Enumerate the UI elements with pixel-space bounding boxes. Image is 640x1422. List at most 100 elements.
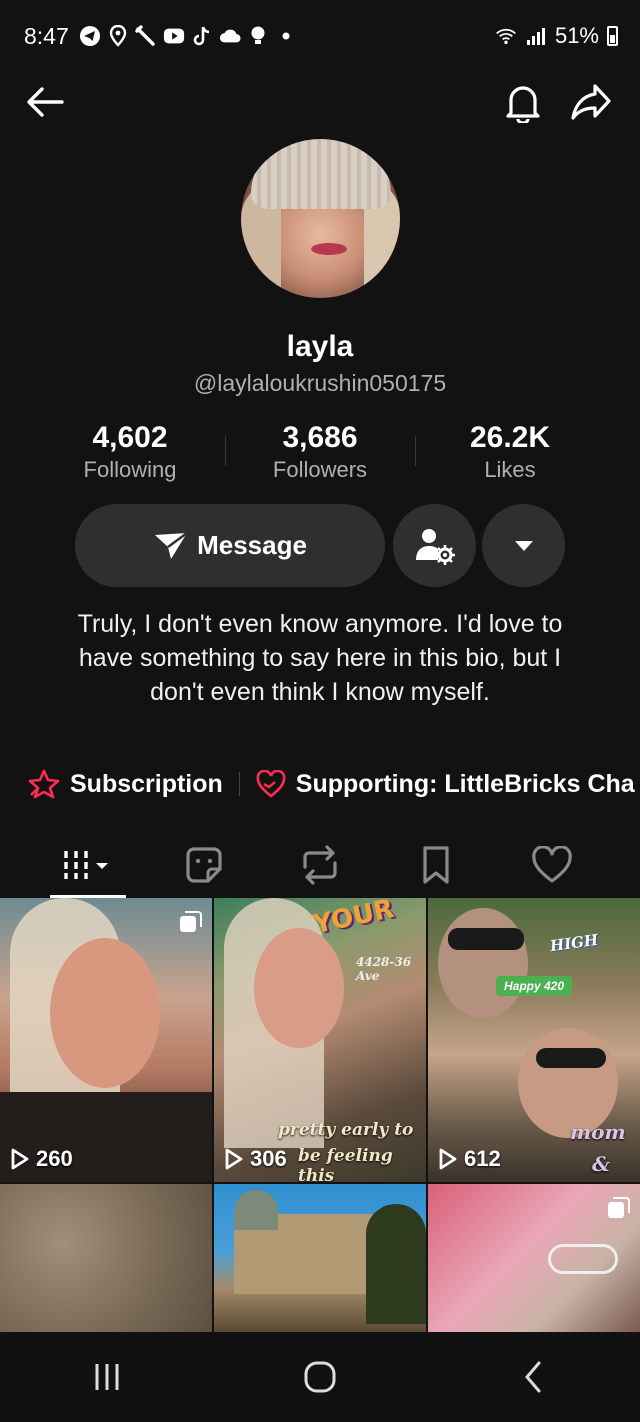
video-caption: be feeling this	[298, 1146, 393, 1182]
thumb-face	[438, 908, 528, 1018]
battery-percent: 51%	[554, 23, 599, 48]
more-options-button[interactable]	[482, 504, 565, 587]
heart-hand-icon	[256, 770, 286, 798]
dot-icon	[275, 25, 297, 47]
tab-reposts[interactable]	[262, 832, 378, 898]
links-divider	[238, 772, 240, 796]
back-button[interactable]	[20, 74, 70, 130]
tab-videos[interactable]	[30, 832, 146, 898]
send-icon	[155, 531, 188, 559]
grid-bars-icon	[64, 851, 108, 879]
chevron-left-icon	[525, 1361, 541, 1393]
status-time: 8:47	[24, 22, 69, 49]
stat-label: Likes	[484, 457, 536, 482]
video-thumbnail[interactable]: 260	[0, 898, 212, 1182]
thumb-dome	[234, 1190, 278, 1230]
thumb-sunglasses	[448, 928, 524, 950]
system-nav-bar	[0, 1332, 640, 1422]
bulb-icon	[247, 25, 269, 47]
top-nav	[0, 74, 640, 130]
stat-value: 26.2K	[469, 421, 551, 454]
message-button-label: Message	[197, 530, 307, 560]
thumb-glasses	[548, 1244, 618, 1274]
video-caption: &	[592, 1152, 611, 1176]
avatar-lips	[311, 243, 347, 255]
status-bar: 8:47 51%	[0, 0, 640, 72]
system-back-button[interactable]	[493, 1347, 573, 1407]
view-count-value: 306	[250, 1146, 287, 1171]
arrow-left-icon	[27, 87, 64, 117]
status-right: 51%	[495, 23, 618, 49]
subscription-label: Subscription	[70, 769, 223, 798]
thumb-tree	[366, 1204, 426, 1324]
sticker-icon	[186, 847, 222, 883]
play-icon	[11, 1148, 29, 1170]
profile-actions: Message	[75, 504, 565, 587]
avatar-hat	[251, 139, 391, 209]
video-thumbnail[interactable]	[0, 1184, 212, 1332]
stat-likes[interactable]: 26.2K Likes	[415, 420, 605, 490]
home-button[interactable]	[280, 1347, 360, 1407]
tiktok-icon	[191, 25, 213, 47]
home-icon	[304, 1361, 336, 1393]
play-icon	[225, 1148, 243, 1170]
video-thumbnail[interactable]: YOUR 4428-36 Ave pretty early to be feel…	[214, 898, 426, 1182]
sign-text: HIGH	[548, 930, 600, 956]
view-count-value: 612	[464, 1146, 501, 1171]
play-icon	[439, 1148, 457, 1170]
wifi-icon	[495, 25, 517, 47]
view-count-value: 260	[36, 1146, 73, 1171]
recent-apps-button[interactable]	[67, 1347, 147, 1407]
avatar[interactable]	[241, 139, 400, 298]
video-grid: 260 YOUR 4428-36 Ave pretty early to be …	[0, 898, 640, 1332]
view-count: 612	[438, 1146, 501, 1172]
supporting-label: Supporting: LittleBricks Cha	[295, 769, 635, 798]
stat-value: 3,686	[282, 421, 358, 454]
youtube-icon	[163, 25, 185, 47]
video-thumbnail[interactable]	[428, 1184, 640, 1332]
stat-value: 4,602	[92, 421, 168, 454]
location-icon	[107, 25, 129, 47]
stat-label: Following	[83, 457, 177, 482]
address-tag: 4428-36 Ave	[356, 955, 412, 983]
tab-liked[interactable]	[494, 832, 610, 898]
video-thumbnail[interactable]	[214, 1184, 426, 1332]
stat-followers[interactable]: 3,686 Followers	[225, 420, 415, 490]
status-notification-icons	[79, 25, 297, 47]
tab-stickers[interactable]	[146, 832, 262, 898]
sign-text: YOUR	[310, 898, 397, 941]
star-badge-icon	[28, 769, 60, 799]
notifications-button[interactable]	[498, 74, 548, 130]
profile-bio: Truly, I don't even know anymore. I'd lo…	[77, 610, 563, 706]
telegram-icon	[79, 25, 101, 47]
stat-label: Followers	[272, 457, 368, 482]
stat-following[interactable]: 4,602 Following	[35, 420, 225, 490]
view-count: 306	[224, 1146, 287, 1172]
tools-icon	[135, 25, 157, 47]
photo-carousel-icon	[608, 1197, 630, 1218]
thumb-face	[50, 938, 160, 1088]
happy-420-tag: Happy 420	[496, 976, 573, 996]
battery-icon	[607, 26, 618, 46]
bookmark-icon	[423, 846, 449, 884]
supporting-link[interactable]: Supporting: LittleBricks Cha	[256, 770, 635, 799]
thumb-sunglasses	[536, 1048, 606, 1068]
recent-apps-icon	[95, 1364, 119, 1390]
profile-stats: 4,602 Following 3,686 Followers 26.2K Li…	[35, 420, 605, 490]
video-caption: pretty early to	[278, 1120, 414, 1140]
profile-handle: @laylaloukrushin050175	[193, 370, 447, 396]
view-count: 260	[10, 1146, 73, 1172]
video-thumbnail[interactable]: Happy 420 HIGH mom & 612	[428, 898, 640, 1182]
subscription-link[interactable]: Subscription	[28, 769, 223, 799]
share-button[interactable]	[566, 74, 616, 130]
cloud-icon	[219, 25, 241, 47]
share-icon	[571, 84, 611, 120]
content-tabs	[0, 832, 640, 898]
triangle-down-icon	[514, 540, 533, 551]
photo-carousel-icon	[180, 911, 202, 932]
signal-icon	[525, 25, 547, 47]
tab-saved[interactable]	[378, 832, 494, 898]
follow-settings-button[interactable]	[393, 504, 476, 587]
message-button[interactable]: Message	[75, 504, 385, 587]
heart-icon	[532, 846, 572, 883]
